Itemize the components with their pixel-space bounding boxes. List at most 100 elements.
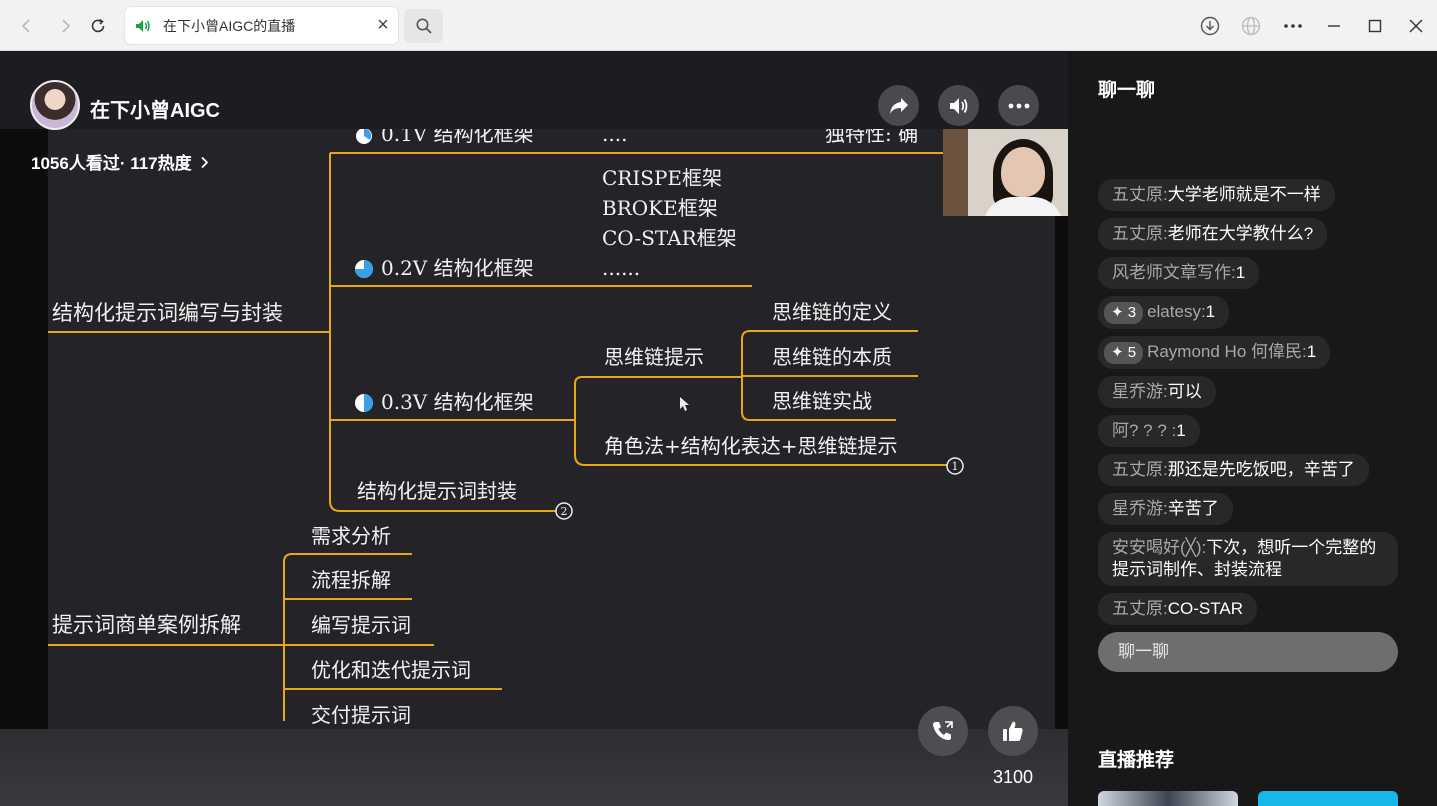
chat-text: CO-STAR (1167, 599, 1243, 618)
chat-text: 那还是先吃饭吧，辛苦了 (1167, 460, 1355, 479)
node-need: 需求分析 (311, 524, 391, 548)
chat-message: 安安喝好(╳):下次，想听一个完整的提示词制作、封装流程 (1098, 532, 1398, 586)
fan-level-badge: ✦ 3 (1104, 302, 1144, 324)
recommend-thumbnail[interactable] (1258, 791, 1398, 806)
node-v01: 0.1V 结构化框架 (381, 129, 534, 146)
chat-title: 聊一聊 (1098, 80, 1156, 101)
chat-text: 1 (1205, 302, 1216, 321)
browser-tab[interactable]: 在下小曾AIGC的直播 × (125, 7, 398, 44)
chat-text: 1 (1176, 421, 1186, 440)
streamer-name[interactable]: 在下小曾AIGC (90, 94, 220, 123)
chat-input[interactable] (1098, 632, 1398, 672)
search-button[interactable] (404, 9, 443, 43)
node-write: 编写提示词 (311, 613, 411, 637)
volume-button[interactable] (938, 85, 979, 126)
node-broke: BROKE框架 (602, 196, 718, 220)
volume-icon (949, 97, 967, 114)
download-icon[interactable] (1195, 11, 1225, 41)
letterbox-right (1055, 129, 1068, 729)
chevron-right-icon (200, 154, 209, 174)
chat-message-list[interactable]: 五丈原:大学老师就是不一样 五丈原:老师在大学教什么? 风老师文章写作:1 ✦ … (1098, 179, 1398, 632)
refresh-icon[interactable] (83, 11, 113, 41)
node-costar: CO-STAR框架 (602, 226, 737, 250)
node-v02: 0.2V 结构化框架 (381, 256, 534, 280)
chat-username: 星乔游: (1112, 499, 1168, 518)
node-optimize: 优化和迭代提示词 (311, 658, 471, 682)
viewer-stats[interactable]: 1056人看过· 117热度 (31, 149, 209, 174)
chat-message: 星乔游:辛苦了 (1098, 493, 1233, 525)
chat-username: 阿? ? ? : (1112, 421, 1177, 440)
minimize-icon[interactable] (1319, 11, 1349, 41)
node-deliver: 交付提示词 (311, 703, 411, 727)
chat-text: 老师在大学教什么? (1167, 224, 1314, 243)
browser-toolbar: 在下小曾AIGC的直播 × (0, 0, 1437, 51)
mouse-cursor-icon (680, 397, 689, 411)
chat-message: 五丈原:那还是先吃饭吧，辛苦了 (1098, 454, 1369, 486)
chat-username: 星乔游: (1112, 382, 1168, 401)
forward-icon[interactable] (51, 11, 81, 41)
chat-message: 五丈原:CO-STAR (1098, 593, 1257, 625)
call-button[interactable] (918, 706, 968, 756)
more-options-button[interactable] (998, 85, 1039, 126)
collapse-badge-1-label: 1 (952, 460, 959, 473)
chat-message: ✦ 5 Raymond Ho 何偉民:1 (1098, 336, 1331, 369)
node-role-method: 角色法+结构化表达+思维链提示 (604, 434, 898, 458)
chat-username: 五丈原: (1112, 599, 1168, 618)
collapse-badge-2-label: 2 (561, 505, 568, 518)
node-wrap: 结构化提示词封装 (357, 479, 517, 503)
mindmap-slide: 0.1V 结构化框架 .... 独特性: 确 CRISPE框架 BROKE框架 … (48, 122, 1055, 729)
chat-username: 五丈原: (1112, 224, 1168, 243)
close-window-icon[interactable] (1401, 11, 1431, 41)
speaker-icon[interactable] (135, 17, 153, 35)
viewer-stats-text: 1056人看过· 117热度 (31, 154, 192, 173)
share-icon (889, 97, 908, 114)
recommend-title: 直播推荐 (1098, 750, 1175, 771)
chat-text: 辛苦了 (1167, 499, 1219, 518)
chat-username: 风老师文章写作: (1112, 263, 1236, 282)
letterbox-left (0, 129, 48, 729)
node-cot-hint: 思维链提示 (604, 345, 704, 369)
chat-text: 1 (1306, 342, 1317, 361)
chat-username: elatesy: (1147, 302, 1206, 321)
node-cot-def: 思维链的定义 (772, 300, 892, 324)
globe-icon[interactable] (1236, 11, 1266, 41)
chat-message: 星乔游:可以 (1098, 376, 1216, 408)
chat-text: 可以 (1167, 382, 1202, 401)
more-menu-icon[interactable] (1278, 11, 1308, 41)
chat-username: 五丈原: (1112, 185, 1168, 204)
close-tab-icon[interactable]: × (368, 14, 398, 37)
maximize-icon[interactable] (1360, 11, 1390, 41)
video-footer (0, 729, 1068, 806)
tab-title: 在下小曾AIGC的直播 (163, 17, 296, 34)
streamer-camera-overlay[interactable] (943, 129, 1068, 216)
more-icon (1008, 103, 1029, 108)
chat-username: 安安喝好(╳): (1112, 538, 1207, 557)
chat-text: 1 (1235, 263, 1246, 282)
fan-level-badge: ✦ 5 (1104, 342, 1144, 364)
back-icon[interactable] (11, 11, 41, 41)
node-root1: 结构化提示词编写与封装 (52, 301, 283, 325)
chat-panel: 聊一聊 五丈原:大学老师就是不一样 五丈原:老师在大学教什么? 风老师文章写作:… (1068, 51, 1437, 806)
node-flow: 流程拆解 (311, 568, 391, 592)
thumbs-up-icon (1003, 721, 1023, 741)
chat-username: 五丈原: (1112, 460, 1168, 479)
mindmap: 0.1V 结构化框架 .... 独特性: 确 CRISPE框架 BROKE框架 … (48, 122, 964, 727)
chat-message: 阿? ? ? :1 (1098, 415, 1200, 447)
node-cot-practice: 思维链实战 (772, 389, 872, 413)
node-cot-essence: 思维链的本质 (772, 345, 892, 369)
node-v01-child: .... (602, 129, 627, 146)
node-v01-right: 独特性: 确 (825, 129, 918, 146)
node-v03: 0.3V 结构化框架 (381, 390, 534, 414)
phone-icon (933, 721, 953, 741)
like-button[interactable] (988, 706, 1038, 756)
live-video[interactable]: 在下小曾AIGC 0.1V 结构化框架 .... 独特性: 确 CRISPE框架… (0, 51, 1068, 806)
share-button[interactable] (878, 85, 919, 126)
node-v02-more: ...... (602, 256, 640, 280)
chat-text: 大学老师就是不一样 (1167, 185, 1321, 204)
chat-message: 风老师文章写作:1 (1098, 257, 1260, 289)
chat-message: 五丈原:老师在大学教什么? (1098, 218, 1328, 250)
node-crispe: CRISPE框架 (602, 166, 722, 190)
like-count: 3100 (993, 767, 1034, 787)
streamer-avatar[interactable] (30, 80, 80, 130)
recommend-thumbnail[interactable] (1098, 791, 1238, 806)
